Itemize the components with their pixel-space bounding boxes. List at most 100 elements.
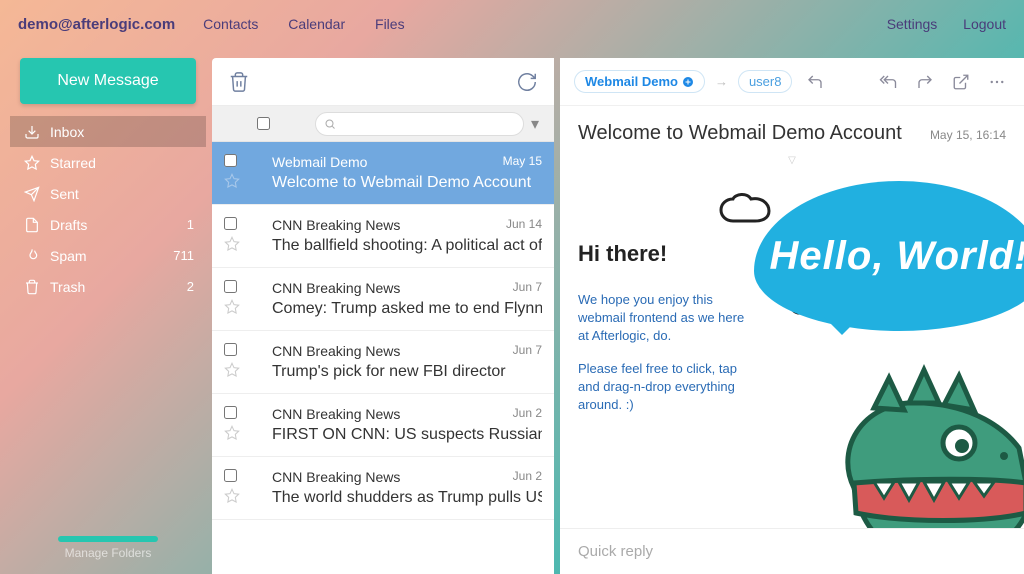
compose-button[interactable]: New Message — [20, 58, 196, 104]
open-external-icon[interactable] — [948, 73, 974, 91]
preview-date: May 15, 16:14 — [930, 128, 1006, 142]
preview-pane: Webmail Demo → user8 Welcome to We — [560, 58, 1024, 574]
message-checkbox[interactable] — [224, 217, 237, 230]
star-icon — [24, 155, 42, 171]
message-subject: The world shudders as Trump pulls US — [272, 489, 542, 507]
star-icon[interactable] — [224, 299, 266, 315]
folder-trash[interactable]: Trash 2 — [10, 271, 206, 302]
file-icon — [24, 217, 42, 233]
folder-drafts[interactable]: Drafts 1 — [10, 209, 206, 240]
message-subject: Welcome to Webmail Demo Account — [272, 174, 542, 192]
reply-icon[interactable] — [802, 73, 828, 91]
logout-link[interactable]: Logout — [963, 16, 1006, 32]
message-date: May 15 — [503, 154, 542, 170]
inbox-icon — [24, 124, 42, 140]
message-checkbox[interactable] — [224, 343, 237, 356]
folder-count: 1 — [187, 217, 194, 232]
refresh-icon[interactable] — [516, 71, 538, 93]
message-row[interactable]: CNN Breaking NewsJun 2FIRST ON CNN: US s… — [212, 394, 554, 457]
message-subject: Comey: Trump asked me to end Flynn probe — [272, 300, 542, 318]
chevron-down-icon[interactable]: ▽ — [560, 155, 1024, 167]
folder-label: Sent — [50, 186, 79, 202]
plus-icon — [682, 76, 694, 88]
folder-count: 711 — [173, 248, 194, 263]
more-icon[interactable] — [984, 73, 1010, 91]
nav-contacts[interactable]: Contacts — [203, 16, 258, 32]
folder-inbox[interactable]: Inbox — [10, 116, 206, 147]
message-date: Jun 14 — [506, 217, 542, 233]
manage-folders-link[interactable]: Manage Folders — [10, 522, 206, 574]
speech-bubble: Hello, World! — [754, 181, 1024, 331]
star-icon[interactable] — [224, 425, 266, 441]
star-icon[interactable] — [224, 173, 266, 189]
dinosaur-illustration — [794, 348, 1024, 528]
star-icon[interactable] — [224, 488, 266, 504]
forward-icon[interactable] — [912, 73, 938, 91]
message-from: CNN Breaking News — [272, 280, 507, 296]
reply-all-icon[interactable] — [874, 73, 902, 91]
select-all-checkbox[interactable] — [222, 117, 305, 130]
body-paragraph: Please feel free to click, tap and drag-… — [578, 360, 758, 415]
message-date: Jun 2 — [513, 406, 542, 422]
message-checkbox[interactable] — [224, 469, 237, 482]
folder-label: Inbox — [50, 124, 84, 140]
message-date: Jun 7 — [513, 280, 542, 296]
top-bar: demo@afterlogic.com Contacts Calendar Fi… — [0, 0, 1024, 48]
flame-icon — [24, 248, 42, 264]
folder-sent[interactable]: Sent — [10, 178, 206, 209]
message-list-pane: ▾ Webmail Demo May 15 Welcome to Webmail D… — [212, 58, 554, 574]
body-paragraph: We hope you enjoy this webmail frontend … — [578, 291, 758, 346]
preview-subject: Welcome to Webmail Demo Account — [578, 122, 930, 145]
message-subject: The ballfield shooting: A political act … — [272, 237, 542, 255]
preview-toolbar: Webmail Demo → user8 — [560, 58, 1024, 106]
send-icon — [24, 186, 42, 202]
nav-calendar[interactable]: Calendar — [288, 16, 345, 32]
quick-reply-input[interactable]: Quick reply — [560, 528, 1024, 574]
folder-starred[interactable]: Starred — [10, 147, 206, 178]
message-date: Jun 2 — [513, 469, 542, 485]
message-row[interactable]: CNN Breaking News Jun 14 The ballfield sho… — [212, 205, 554, 268]
star-icon[interactable] — [224, 362, 266, 378]
message-checkbox[interactable] — [224, 406, 237, 419]
sidebar: New Message Inbox Starred Sent Drafts 1 Spam 7… — [10, 58, 206, 574]
message-row[interactable]: CNN Breaking News Jun 2 The world shudders… — [212, 457, 554, 520]
preview-body: Hi there! We hope you enjoy this webmail… — [560, 167, 1024, 528]
list-toolbar — [212, 58, 554, 106]
star-icon[interactable] — [224, 236, 266, 252]
scrollbar-thumb[interactable] — [58, 536, 158, 542]
message-from: CNN Breaking News — [272, 343, 507, 359]
body-heading: Hi there! — [578, 241, 758, 267]
message-from: CNN Breaking News — [272, 469, 507, 485]
message-row[interactable]: Webmail Demo May 15 Welcome to Webmail Dem… — [212, 142, 554, 205]
message-date: Jun 7 — [513, 343, 542, 359]
search-input[interactable] — [315, 112, 524, 136]
folder-spam[interactable]: Spam 711 — [10, 240, 206, 271]
message-checkbox[interactable] — [224, 154, 237, 167]
settings-link[interactable]: Settings — [887, 16, 938, 32]
account-email[interactable]: demo@afterlogic.com — [18, 16, 175, 33]
message-subject: FIRST ON CNN: US suspects Russian hackin… — [272, 426, 542, 444]
folder-count: 2 — [187, 279, 194, 294]
arrow-right-icon: → — [715, 74, 728, 89]
message-row[interactable]: CNN Breaking News Jun 7 Trump's pick for n… — [212, 331, 554, 394]
cloud-icon — [718, 191, 778, 231]
message-list[interactable]: Webmail Demo May 15 Welcome to Webmail Dem… — [212, 142, 554, 574]
recipient-chip[interactable]: user8 — [738, 70, 793, 93]
folder-label: Starred — [50, 155, 96, 171]
message-subject: Trump's pick for new FBI director — [272, 363, 542, 381]
delete-icon[interactable] — [228, 71, 250, 93]
nav-files[interactable]: Files — [375, 16, 405, 32]
search-dropdown-icon[interactable]: ▾ — [526, 114, 544, 134]
preview-header: Welcome to Webmail Demo Account May 15, … — [560, 106, 1024, 155]
folder-label: Spam — [50, 248, 87, 264]
message-row[interactable]: CNN Breaking News Jun 7 Comey: Trump asked… — [212, 268, 554, 331]
message-checkbox[interactable] — [224, 280, 237, 293]
folder-label: Drafts — [50, 217, 87, 233]
search-row: ▾ — [212, 106, 554, 142]
trash-icon — [24, 279, 42, 295]
message-from: Webmail Demo — [272, 154, 497, 170]
folder-label: Trash — [50, 279, 85, 295]
message-from: CNN Breaking News — [272, 217, 500, 233]
illustration: Hello, World! — [758, 181, 1024, 528]
sender-chip[interactable]: Webmail Demo — [574, 70, 705, 93]
